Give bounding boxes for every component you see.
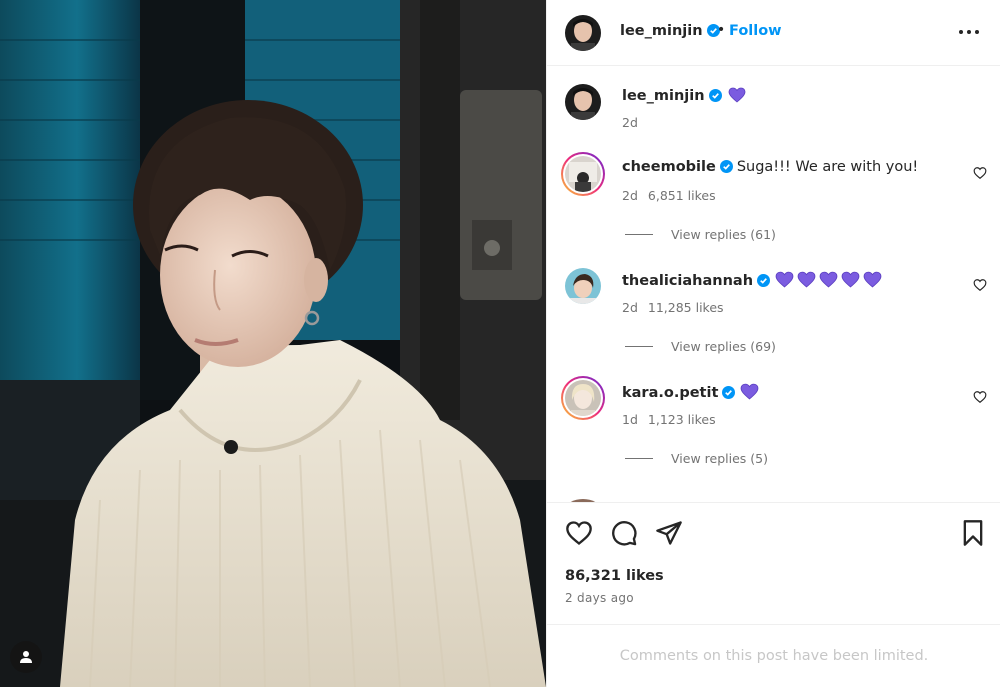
separator-dot: • bbox=[717, 22, 726, 38]
post-timestamp[interactable]: 2 days ago bbox=[565, 591, 634, 605]
caption-username-text[interactable]: lee_minjin bbox=[622, 88, 705, 104]
purple-heart-icon bbox=[741, 383, 759, 400]
post-caption: lee_minjin 2d bbox=[547, 76, 1000, 136]
bookmark-icon[interactable] bbox=[959, 519, 987, 547]
caption-username[interactable]: lee_minjin bbox=[622, 87, 746, 104]
comment-meta: 2d 11,285 likes bbox=[622, 300, 724, 315]
comment-username[interactable]: kara.o.petit bbox=[622, 385, 718, 401]
comment-avatar[interactable] bbox=[561, 376, 605, 420]
comments-limited-notice: Comments on this post have been limited. bbox=[547, 624, 1000, 687]
comment-text: thealiciahannah bbox=[622, 271, 885, 292]
comment-avatar-art bbox=[565, 156, 601, 192]
view-replies-button[interactable]: View replies (69) bbox=[625, 339, 776, 354]
comment-meta: 1d 1,123 likes bbox=[622, 412, 716, 427]
author-username[interactable]: lee_minjin bbox=[620, 23, 720, 39]
share-icon[interactable] bbox=[655, 519, 683, 547]
comment-avatar[interactable] bbox=[561, 152, 605, 196]
comment-text: kara.o.petit bbox=[622, 383, 762, 404]
comment-avatar-image bbox=[565, 268, 601, 304]
purple-heart-icon bbox=[863, 271, 882, 288]
post-photo bbox=[0, 0, 546, 687]
comment-meta: 2d 6,851 likes bbox=[622, 188, 716, 203]
comment-hearts bbox=[775, 271, 885, 292]
comment-item-partial bbox=[565, 494, 1000, 502]
comment-avatar-frame bbox=[563, 378, 603, 418]
comment-avatar[interactable] bbox=[565, 268, 601, 304]
post-actions: 86,321 likes 2 days ago bbox=[547, 502, 1000, 624]
comments-list[interactable]: cheemobile Suga!!! We are with you! 2d 6,8… bbox=[547, 140, 1000, 502]
heart-icon[interactable] bbox=[973, 278, 987, 292]
purple-heart-icon bbox=[797, 271, 816, 288]
comment-avatar-image bbox=[565, 156, 601, 192]
comment-item: cheemobile Suga!!! We are with you! 2d 6,8… bbox=[547, 140, 1000, 252]
author-username-text[interactable]: lee_minjin bbox=[620, 23, 703, 39]
tagged-user-button[interactable] bbox=[10, 641, 42, 673]
author-avatar[interactable] bbox=[565, 15, 601, 51]
comment-time[interactable]: 2d bbox=[622, 300, 638, 315]
view-replies-button[interactable]: View replies (61) bbox=[625, 227, 776, 242]
comment-icon[interactable] bbox=[610, 519, 638, 547]
comment-text: cheemobile Suga!!! We are with you! bbox=[622, 159, 918, 175]
comment-time[interactable]: 1d bbox=[622, 412, 638, 427]
comment-likes[interactable]: 11,285 likes bbox=[648, 300, 724, 315]
purple-heart-icon bbox=[819, 271, 838, 288]
comment-avatar-frame bbox=[563, 154, 603, 194]
purple-heart-icon bbox=[775, 271, 794, 288]
purple-heart-icon bbox=[728, 87, 745, 103]
post-panel: lee_minjin • Follow lee_minjin 2d cheemo… bbox=[546, 0, 1000, 687]
post-header: lee_minjin • Follow bbox=[547, 0, 1000, 66]
heart-icon[interactable] bbox=[973, 166, 987, 180]
verified-badge-icon bbox=[757, 274, 771, 287]
post-image bbox=[0, 0, 546, 687]
comment-time[interactable]: 2d bbox=[622, 188, 638, 203]
author-avatar-image bbox=[565, 15, 601, 51]
comment-item: kara.o.petit 1d 1,123 likes View replies … bbox=[547, 364, 1000, 476]
follow-button[interactable]: Follow bbox=[729, 23, 782, 39]
caption-avatar[interactable] bbox=[565, 84, 601, 120]
verified-badge-icon bbox=[719, 160, 733, 173]
comment-username[interactable]: thealiciahannah bbox=[622, 273, 753, 289]
more-options-icon[interactable] bbox=[957, 22, 981, 42]
purple-heart-icon bbox=[841, 271, 860, 288]
comment-avatar-art bbox=[565, 380, 601, 416]
verified-badge-icon bbox=[708, 89, 722, 102]
verified-badge-icon bbox=[722, 386, 736, 399]
comment-likes[interactable]: 1,123 likes bbox=[648, 412, 716, 427]
comment-username[interactable]: cheemobile bbox=[622, 159, 716, 175]
post-likes[interactable]: 86,321 likes bbox=[565, 568, 664, 584]
comment-body: Suga!!! We are with you! bbox=[736, 159, 919, 175]
heart-icon[interactable] bbox=[973, 390, 987, 404]
tagged-user-icon bbox=[20, 651, 32, 663]
comment-avatar-image bbox=[565, 380, 601, 416]
heart-icon[interactable] bbox=[565, 519, 593, 547]
view-replies-button[interactable]: View replies (5) bbox=[625, 451, 768, 466]
comment-hearts bbox=[740, 383, 762, 404]
caption-time: 2d bbox=[622, 115, 638, 130]
comment-item: thealiciahannah 2d 11,285 likes View repl… bbox=[547, 252, 1000, 364]
caption-avatar-image bbox=[565, 84, 601, 120]
comment-likes[interactable]: 6,851 likes bbox=[648, 188, 716, 203]
